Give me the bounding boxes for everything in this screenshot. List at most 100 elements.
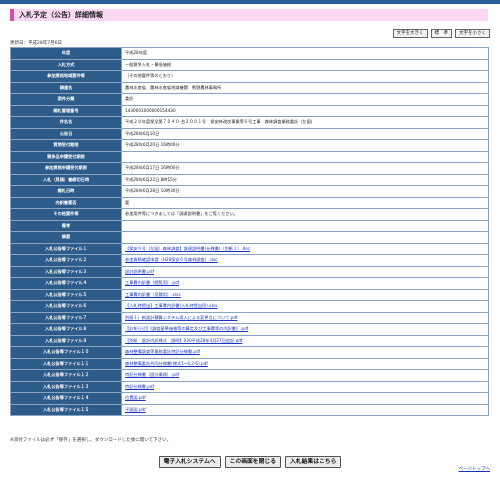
- row-value: [121, 231, 489, 244]
- file-link[interactable]: 【別紙 設計内訳様式 説明】030平成28年4月27日追記.pdf: [125, 338, 242, 343]
- table-row: 入札公告等ファイル３ 設計説明書.pdf: [10, 265, 489, 278]
- file-link[interactable]: 別紙１）新設計積算システム導入による変更点について.pdf: [125, 315, 237, 320]
- row-label: 年度: [10, 47, 122, 60]
- table-row: 参加資格申請受付期限 平成28年6月17日 16時00分: [10, 162, 489, 175]
- table-row: 年度 平成28年度: [10, 47, 489, 60]
- table-row: 入札（見積）書締切日時 平成28年6月22日 8時15分: [10, 173, 489, 186]
- e-bidding-system-button[interactable]: 電子入札システムへ: [158, 456, 221, 468]
- row-label: 件名名: [10, 116, 122, 129]
- table-row: 入札公告等ファイル１４ 位置図.pdf: [10, 392, 489, 405]
- row-value: [121, 150, 489, 163]
- row-value-cell: 森林整備委託共同仕様書(様式1~4,2-6).pdf: [121, 357, 489, 370]
- table-row: 入札公告等ファイル７ 別紙１）新設計積算システム導入による変更点について.pdf: [10, 311, 489, 324]
- row-value: 委託: [121, 93, 489, 106]
- row-value-cell: 特記仕様書.pdf: [121, 380, 489, 393]
- row-value-cell: 【入札時提出】工事費内訳書(入札時提出用).xlsx: [121, 300, 489, 313]
- row-label: 開札管理番号: [10, 104, 122, 117]
- table-row: 開札管理番号 1430001000000154430: [10, 104, 489, 117]
- row-value: 平成28年6月10日: [121, 127, 489, 140]
- table-row: 公告日 平成28年6月10日: [10, 127, 489, 140]
- row-value: 参加用件等につきましては「調達説明書」をご覧ください。: [121, 208, 489, 221]
- row-value-cell: 位置図.pdf: [121, 392, 489, 405]
- close-screen-button[interactable]: この画面を閉じる: [224, 456, 281, 468]
- row-label: 入札公告等ファイル１０: [10, 346, 122, 359]
- bid-results-button[interactable]: 入札結果はこちら: [285, 456, 342, 468]
- row-value-cell: 特記仕様書（設計業務）.pdf: [121, 369, 489, 382]
- row-label: 競争品申請受付期限: [10, 150, 122, 163]
- table-row: 参加資格地域要件等 （その他要件等のとおり）: [10, 70, 489, 83]
- page-title: 入札予定（公告）詳細情報: [10, 9, 488, 21]
- row-label: 参加資格地域要件等: [10, 70, 122, 83]
- table-row: 入札公告等ファイル１０ 森林整備調査等業務委託特記仕様書.pdf: [10, 346, 489, 359]
- action-buttons: 電子入札システムへ この画面を閉じる 入札結果はこちら: [0, 456, 500, 468]
- page-top-link[interactable]: ページトップへ: [459, 466, 490, 472]
- table-row: 入札公告等ファイル８ 【お知らせ】《調査基準価格等の算定及び工事費等の内訳書》.p…: [10, 323, 489, 336]
- row-label: 入札方式: [10, 58, 122, 71]
- font-standard-button[interactable]: 標 準: [430, 29, 452, 38]
- row-label: 内訳書要否: [10, 196, 122, 209]
- file-link[interactable]: 【お知らせ】《調査基準価格等の算定及び工事費等の内訳書》.pdf: [125, 326, 248, 331]
- updated-date: 更新日：平成28年7月6日: [10, 41, 62, 46]
- row-label: 入札公告等ファイル４: [10, 277, 122, 290]
- row-value-cell: 別紙１）新設計積算システム導入による変更点について.pdf: [121, 311, 489, 324]
- table-row: 入札方式 一般競争入札・最低価格: [10, 58, 489, 71]
- file-link[interactable]: 位置図.pdf: [125, 395, 146, 400]
- file-link[interactable]: 参加資格確認申請（H28保安６号森林調査）.doc: [125, 257, 218, 262]
- table-row: 摘要: [10, 231, 489, 244]
- row-value-cell: 参加資格確認申請（H28保安６号森林調査）.doc: [121, 254, 489, 267]
- row-value: 1430001000000154430: [121, 104, 489, 117]
- table-row: 入札公告等ファイル１１ 森林整備委託共同仕様書(様式1~4,2-6).pdf: [10, 357, 489, 370]
- download-note: ※添付ファイルは必ず「保存」を選択し、ダウンロードした後に開いて下さい。: [10, 438, 172, 443]
- row-value-cell: 工事費内訳書（見積用）.xlsx: [121, 288, 489, 301]
- table-row: 入札公告等ファイル１ 【保安６号（左図）森林調査】調達説明書(仕様書)（別紙１）.…: [10, 242, 489, 255]
- file-link[interactable]: 工事費内訳書（見積用）.xlsx: [125, 292, 181, 297]
- table-row: 入札公告等ファイル１３ 特記仕様書.pdf: [10, 380, 489, 393]
- file-link[interactable]: 工事費内訳書（閲覧用）.pdf: [125, 280, 179, 285]
- row-label: 入札（見積）書締切日時: [10, 173, 122, 186]
- top-bar: [0, 0, 500, 4]
- file-link[interactable]: 森林整備調査等業務委託特記仕様書.pdf: [125, 349, 200, 354]
- row-label: 入札公告等ファイル３: [10, 265, 122, 278]
- row-label: 入札公告等ファイル１２: [10, 369, 122, 382]
- row-value-cell: 【お知らせ】《調査基準価格等の算定及び工事費等の内訳書》.pdf: [121, 323, 489, 336]
- row-value: 平成２８年度保全第７０４０-台２００１号 保安林改良事業等６号工事 森林調査業務…: [121, 116, 489, 129]
- file-link[interactable]: 【入札時提出】工事費内訳書(入札時提出用).xlsx: [125, 303, 217, 308]
- file-link[interactable]: 設計説明書.pdf: [125, 269, 154, 274]
- table-row: 入札公告等ファイル４ 工事費内訳書（閲覧用）.pdf: [10, 277, 489, 290]
- table-row: 競争品申請受付期限: [10, 150, 489, 163]
- row-value: 農林水産省、農林水産省地域機関 熊野農林事務所: [121, 81, 489, 94]
- file-link[interactable]: 特記仕様書.pdf: [125, 384, 154, 389]
- row-label: 調達名: [10, 81, 122, 94]
- row-label: 入札公告等ファイル２: [10, 254, 122, 267]
- row-value: 平成28年度: [121, 47, 489, 60]
- row-value: 要: [121, 196, 489, 209]
- row-label: 入札公告等ファイル７: [10, 311, 122, 324]
- file-link[interactable]: 森林整備委託共同仕様書(様式1~4,2-6).pdf: [125, 361, 208, 366]
- font-smaller-button[interactable]: 文字を小さく: [455, 29, 490, 38]
- table-row: 入札公告等ファイル５ 工事費内訳書（見積用）.xlsx: [10, 288, 489, 301]
- row-label: 参加資格申請受付期限: [10, 162, 122, 175]
- row-label: 入札公告等ファイル１３: [10, 380, 122, 393]
- row-value-cell: 森林整備調査等業務委託特記仕様書.pdf: [121, 346, 489, 359]
- table-row: 入札公告等ファイル９ 【別紙 設計内訳様式 説明】030平成28年4月27日追記.…: [10, 334, 489, 347]
- table-row: 調達名 農林水産省、農林水産省地域機関 熊野農林事務所: [10, 81, 489, 94]
- row-value: 一般競争入札・最低価格: [121, 58, 489, 71]
- row-label: 入札公告等ファイル１１: [10, 357, 122, 370]
- file-link[interactable]: 平面図.pdf: [125, 407, 146, 412]
- row-value-cell: 【別紙 設計内訳様式 説明】030平成28年4月27日追記.pdf: [121, 334, 489, 347]
- table-row: 開札日時 平成28年6月28日 10時30分: [10, 185, 489, 198]
- row-value: 平成28年6月28日 10時30分: [121, 185, 489, 198]
- file-link[interactable]: 特記仕様書（設計業務）.pdf: [125, 372, 179, 377]
- row-label: 入札公告等ファイル８: [10, 323, 122, 336]
- row-label: 質問受付期限: [10, 139, 122, 152]
- table-row: 備考: [10, 219, 489, 232]
- file-link[interactable]: 【保安６号（左図）森林調査】調達説明書(仕様書)（別紙１）.doc: [125, 246, 250, 251]
- font-larger-button[interactable]: 文字を大きく: [392, 29, 428, 38]
- table-row: 入札公告等ファイル１５ 平面図.pdf: [10, 403, 489, 416]
- row-label: 入札公告等ファイル１: [10, 242, 122, 255]
- row-label: 開札日時: [10, 185, 122, 198]
- row-value-cell: 設計説明書.pdf: [121, 265, 489, 278]
- row-value: 平成28年6月20日 16時00分: [121, 139, 489, 152]
- row-value: [121, 219, 489, 232]
- row-label: 摘要: [10, 231, 122, 244]
